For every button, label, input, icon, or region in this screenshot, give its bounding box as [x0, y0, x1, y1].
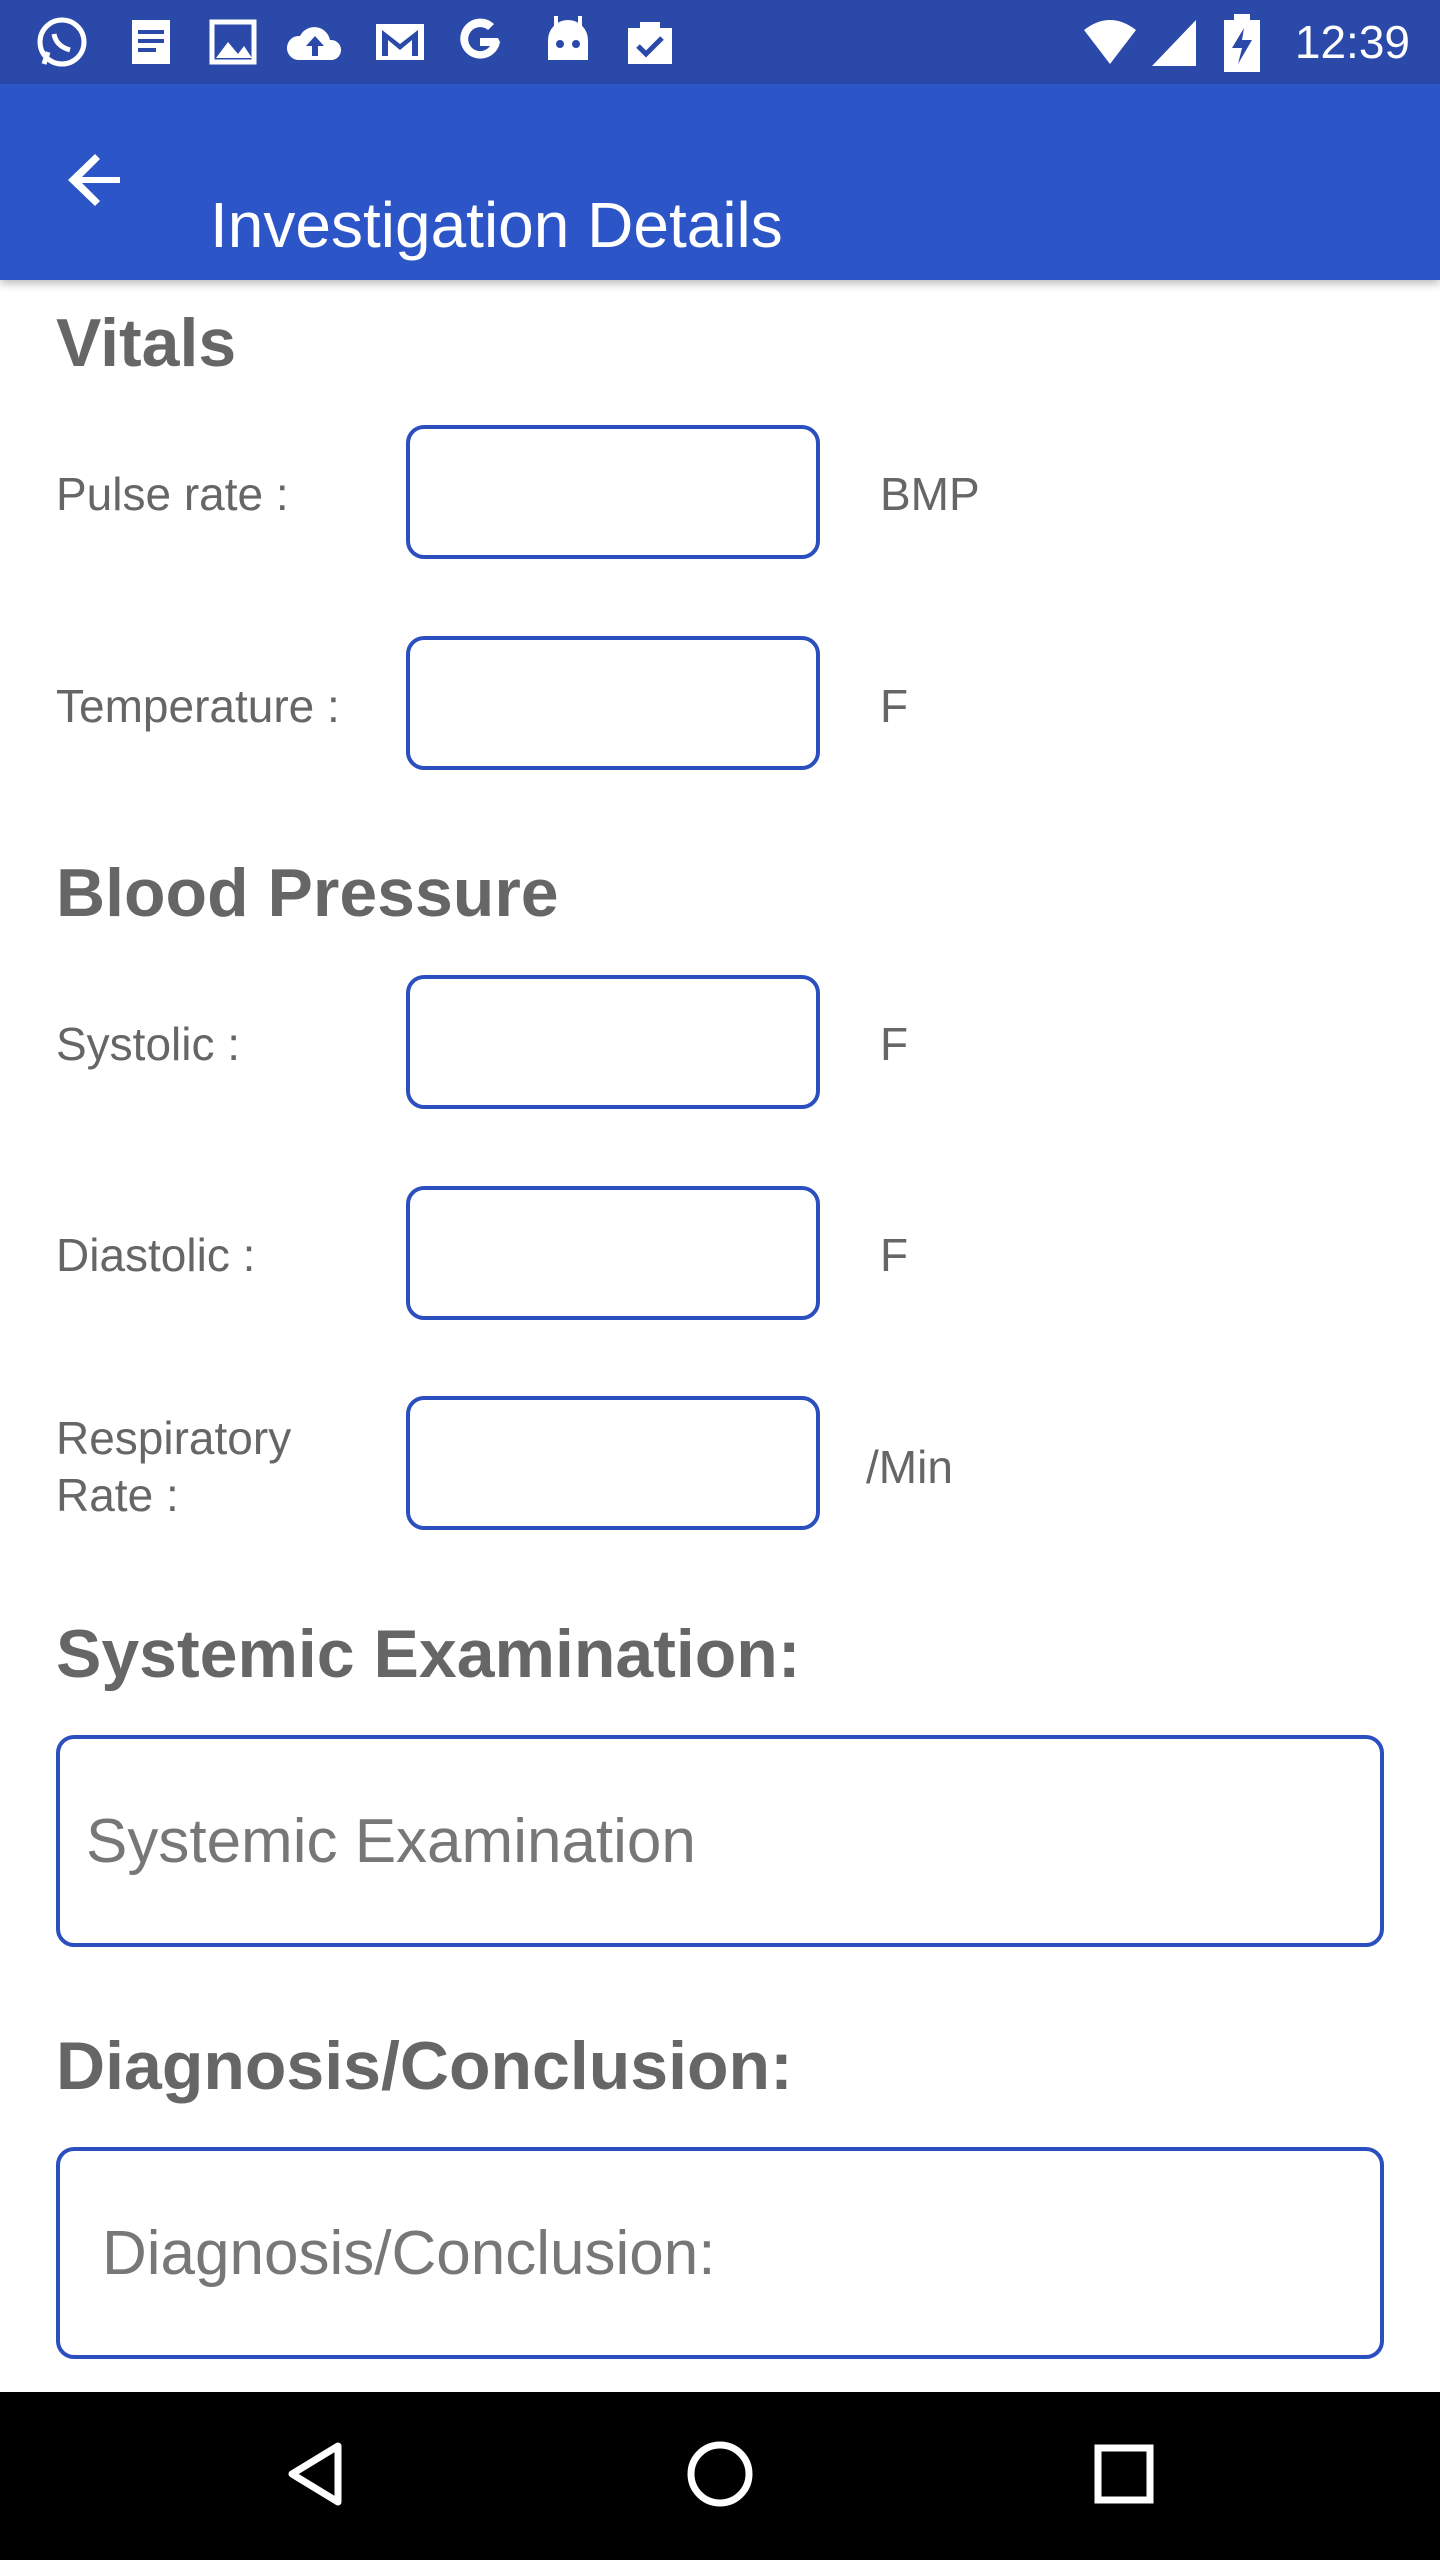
navigation-bar [0, 2392, 1440, 2560]
respiratory-rate-input[interactable] [406, 1396, 820, 1530]
diagnosis-input[interactable] [56, 2147, 1384, 2359]
back-button[interactable] [56, 142, 136, 222]
app-bar: Investigation Details [0, 84, 1440, 280]
battery-charging-icon [1220, 14, 1276, 72]
pulse-rate-unit: BMP [880, 468, 980, 520]
back-triangle-icon [280, 2438, 352, 2515]
pulse-rate-input[interactable] [406, 425, 820, 559]
pulse-rate-label: Pulse rate : [56, 468, 289, 520]
cloud-upload-icon [284, 14, 342, 70]
diastolic-input[interactable] [406, 1186, 820, 1320]
temperature-unit: F [880, 680, 909, 732]
respiratory-rate-label-line2: Rate : [56, 1469, 179, 1521]
diastolic-label: Diastolic : [56, 1229, 256, 1281]
diastolic-unit: F [880, 1229, 909, 1281]
gmail-icon [372, 14, 428, 70]
wifi-icon [1082, 14, 1138, 70]
nav-back-button[interactable] [268, 2428, 364, 2524]
page-title: Investigation Details [210, 188, 783, 261]
android-icon [540, 14, 596, 70]
clipboard-check-icon [622, 14, 678, 70]
diagnosis-heading: Diagnosis/Conclusion: [56, 2028, 793, 2104]
systolic-input[interactable] [406, 975, 820, 1109]
whatsapp-icon [34, 14, 90, 70]
google-icon [452, 14, 508, 70]
systolic-unit: F [880, 1018, 909, 1070]
recents-square-icon [1088, 2438, 1160, 2515]
document-icon [124, 14, 180, 70]
respiratory-rate-unit: /Min [866, 1441, 953, 1493]
nav-home-button[interactable] [672, 2428, 768, 2524]
respiratory-rate-label-line1: Respiratory [56, 1412, 292, 1464]
temperature-label: Temperature : [56, 680, 340, 732]
vitals-heading: Vitals [56, 305, 237, 381]
home-circle-icon [684, 2438, 756, 2515]
systemic-examination-heading: Systemic Examination: [56, 1616, 801, 1692]
temperature-input[interactable] [406, 636, 820, 770]
signal-icon [1146, 14, 1202, 70]
nav-recents-button[interactable] [1076, 2428, 1172, 2524]
arrow-back-icon [64, 148, 128, 217]
status-time: 12:39 [1294, 16, 1410, 68]
blood-pressure-heading: Blood Pressure [56, 855, 559, 931]
systolic-label: Systolic : [56, 1018, 241, 1070]
status-bar: 12:39 [0, 0, 1440, 84]
systemic-examination-input[interactable] [56, 1735, 1384, 1947]
image-icon [206, 14, 262, 70]
